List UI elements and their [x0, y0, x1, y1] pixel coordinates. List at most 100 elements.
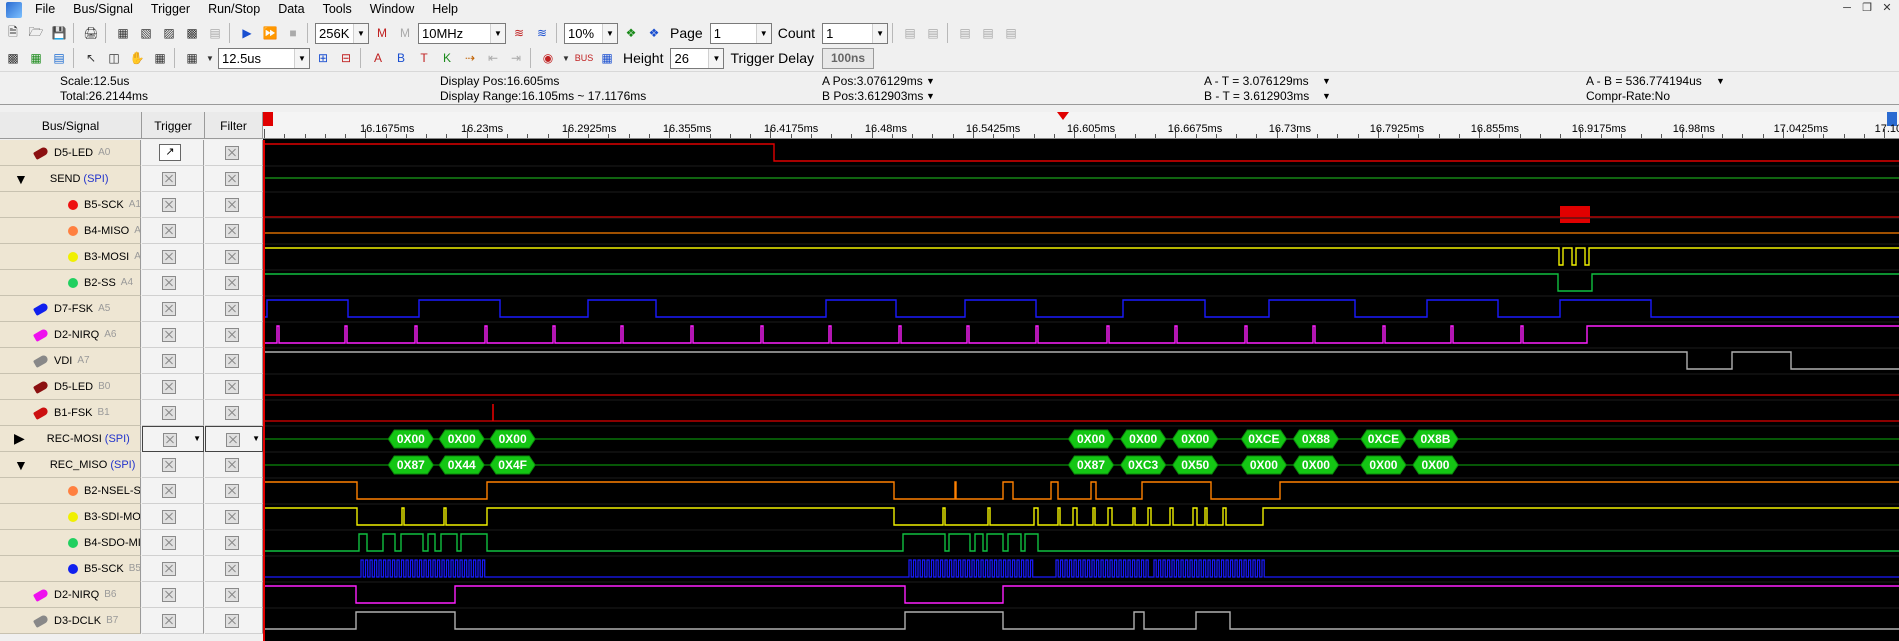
filter-cell[interactable]: [205, 374, 263, 400]
signal-row[interactable]: ▼ REC_MISO (SPI): [0, 452, 263, 478]
trigger-cell[interactable]: [142, 244, 204, 270]
dont-care-icon[interactable]: [225, 536, 239, 550]
menu-trigger[interactable]: Trigger: [142, 0, 199, 19]
save-icon[interactable]: 💾: [49, 23, 69, 43]
trigger-delay-field[interactable]: 100ns: [821, 47, 875, 69]
dont-care-icon[interactable]: [162, 614, 176, 628]
rate-up-icon[interactable]: ≋: [509, 23, 529, 43]
dont-care-icon[interactable]: [225, 146, 239, 160]
dont-care-icon[interactable]: [162, 380, 176, 394]
zoom-minus-icon[interactable]: ⊟: [336, 48, 356, 68]
signal-row[interactable]: D3-DCLK B7: [0, 608, 263, 634]
trigger-column-header[interactable]: Trigger: [142, 112, 205, 139]
bus-signal-column-header[interactable]: Bus/Signal: [0, 112, 142, 139]
dont-care-icon[interactable]: [225, 458, 239, 472]
minimize-icon[interactable]: ─: [1839, 0, 1855, 16]
dont-care-icon[interactable]: [162, 354, 176, 368]
trigger-cell[interactable]: [142, 348, 204, 374]
stop-icon[interactable]: ■: [283, 23, 303, 43]
time-ruler[interactable]: 16.1675ms 16.23ms 16.2925ms 16.355ms 16.4175…: [263, 112, 1899, 139]
scale-select[interactable]: 12.5us ▼: [218, 47, 310, 69]
trigger-cell[interactable]: [142, 478, 204, 504]
dont-care-icon[interactable]: [225, 172, 239, 186]
chevron-down-icon[interactable]: ▼: [1322, 89, 1331, 104]
trigger-cell[interactable]: [142, 608, 204, 634]
filter-cell[interactable]: [205, 504, 263, 530]
zoom-in-icon[interactable]: ❖: [621, 23, 641, 43]
trigger-cell[interactable]: [142, 270, 204, 296]
signal-row[interactable]: D5-LED B0: [0, 374, 263, 400]
dont-care-icon[interactable]: [163, 433, 177, 447]
new-file-icon[interactable]: 🗎: [3, 23, 23, 43]
height-select[interactable]: 26 ▼: [670, 47, 725, 69]
filter-cell[interactable]: ▼: [205, 426, 263, 452]
dont-care-icon[interactable]: [225, 224, 239, 238]
filter-cell[interactable]: [205, 296, 263, 322]
signal-name-cell[interactable]: D3-DCLK B7: [0, 608, 141, 634]
filter-cell[interactable]: [205, 478, 263, 504]
close-icon[interactable]: ✕: [1879, 0, 1895, 16]
signal-name-cell[interactable]: D7-FSK A5: [0, 296, 141, 322]
dont-care-icon[interactable]: [162, 510, 176, 524]
chevron-down-icon[interactable]: ▼: [1716, 74, 1725, 89]
menu-tools[interactable]: Tools: [314, 0, 361, 19]
dont-care-icon[interactable]: [225, 484, 239, 498]
menu-window[interactable]: Window: [361, 0, 423, 19]
memory-depth-select[interactable]: 256K ▼: [315, 22, 369, 44]
run-repeat-icon[interactable]: ⏩: [260, 23, 280, 43]
grid-options-icon[interactable]: ▦: [182, 48, 202, 68]
signal-row[interactable]: D7-FSK A5: [0, 296, 263, 322]
signal-name-cell[interactable]: D5-LED B0: [0, 374, 141, 400]
page-select[interactable]: 1 ▼: [709, 22, 772, 44]
signal-name-cell[interactable]: B4-MISO A: [0, 218, 141, 244]
zoom-out-icon[interactable]: ❖: [644, 23, 664, 43]
waveform-view-icon[interactable]: ▩: [3, 48, 23, 68]
signal-row[interactable]: D2-NIRQ B6: [0, 582, 263, 608]
run-icon[interactable]: ▶: [237, 23, 257, 43]
sample-rate-select[interactable]: 10MHz ▼: [418, 22, 506, 44]
dont-care-icon[interactable]: [162, 536, 176, 550]
list-view-icon[interactable]: ▤: [49, 48, 69, 68]
dont-care-icon[interactable]: [225, 302, 239, 316]
dont-care-icon[interactable]: [162, 458, 176, 472]
dont-care-icon[interactable]: [225, 614, 239, 628]
signal-name-cell[interactable]: B4-SDO-MISO: [0, 530, 141, 556]
signal-name-cell[interactable]: B3-SDI-MOSI: [0, 504, 141, 530]
collapse-icon[interactable]: ▼: [14, 457, 28, 473]
signal-name-cell[interactable]: B1-FSK B1: [0, 400, 141, 426]
signal-row[interactable]: D5-LED A0 ↗: [0, 140, 263, 166]
signal-name-cell[interactable]: D2-NIRQ A6: [0, 322, 141, 348]
dont-care-icon[interactable]: [162, 224, 176, 238]
restore-icon[interactable]: ❐: [1859, 0, 1875, 16]
memory-plus-icon[interactable]: M: [372, 23, 392, 43]
dont-care-icon[interactable]: [226, 433, 240, 447]
filter-cell[interactable]: [205, 556, 263, 582]
dont-care-icon[interactable]: [225, 354, 239, 368]
filter-cell[interactable]: [205, 582, 263, 608]
signal-name-cell[interactable]: D2-NIRQ B6: [0, 582, 141, 608]
cursor-k-icon[interactable]: K: [437, 48, 457, 68]
filter-cell[interactable]: [205, 530, 263, 556]
filter-cell[interactable]: [205, 400, 263, 426]
signal-name-cell[interactable]: B3-MOSI A: [0, 244, 141, 270]
dont-care-icon[interactable]: [162, 172, 176, 186]
bus-setup-icon[interactable]: ▦: [113, 23, 133, 43]
grid-view-icon[interactable]: ▦: [26, 48, 46, 68]
menu-run-stop[interactable]: Run/Stop: [199, 0, 269, 19]
hand-icon[interactable]: ✋: [127, 48, 147, 68]
dont-care-icon[interactable]: [225, 510, 239, 524]
dont-care-icon[interactable]: [225, 250, 239, 264]
menu-file[interactable]: File: [26, 0, 64, 19]
dont-care-icon[interactable]: [162, 588, 176, 602]
dont-care-icon[interactable]: [162, 276, 176, 290]
cursor-a-icon[interactable]: A: [368, 48, 388, 68]
trigger-cell[interactable]: [142, 582, 204, 608]
signal-name-cell[interactable]: VDI A7: [0, 348, 141, 374]
dont-care-icon[interactable]: [225, 406, 239, 420]
signal-row[interactable]: B2-SS A4: [0, 270, 263, 296]
menu-data[interactable]: Data: [269, 0, 313, 19]
dont-care-icon[interactable]: [225, 588, 239, 602]
filter-column-header[interactable]: Filter: [205, 112, 263, 139]
dont-care-icon[interactable]: [162, 250, 176, 264]
signal-name-cell[interactable]: B2-SS A4: [0, 270, 141, 296]
